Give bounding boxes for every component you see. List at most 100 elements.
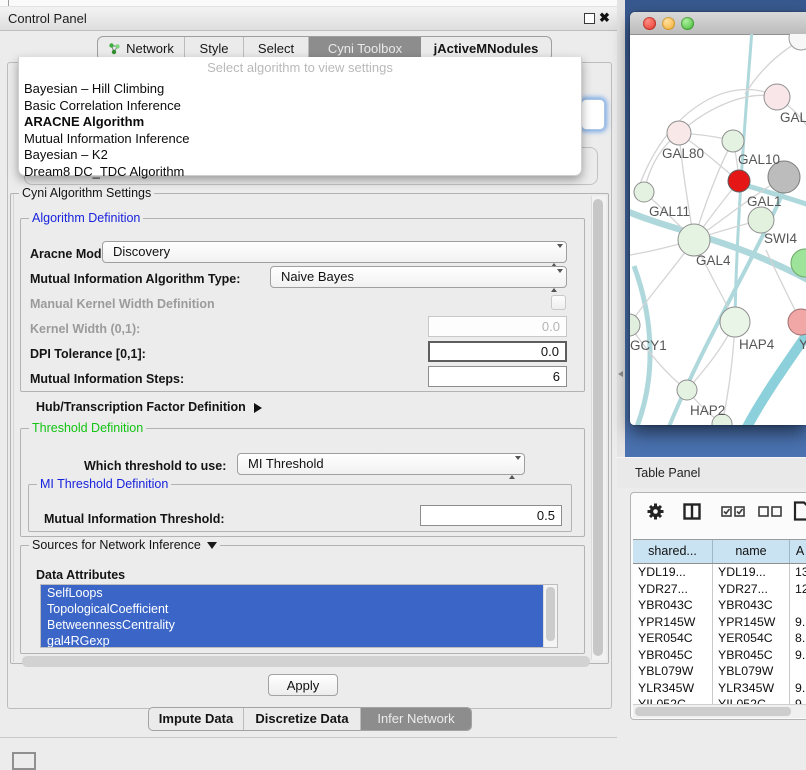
show-checked-columns-icon[interactable] [721,506,745,517]
node-label: Y [799,337,806,352]
tab-discretize-data[interactable]: Discretize Data [244,708,361,730]
table-cell: YBL079W [713,663,790,680]
table-cell: YBR045C [633,647,713,664]
network-node-gal4[interactable] [678,224,710,256]
float-window-icon[interactable] [584,13,595,24]
node-table: shared... name A YDL19...YDL19...13YDR27… [633,539,806,705]
dpi-tolerance-field[interactable]: 0.0 [428,341,567,362]
stepper-icon [509,458,517,478]
aracne-mode-label: Aracne Mode: [30,247,113,261]
attribute-item-selected[interactable]: gal4RGexp [41,633,544,648]
minimized-palette-icon[interactable] [12,752,36,770]
window-bottom-edge [0,737,617,738]
column-header[interactable]: name [713,540,790,563]
node-label: HAP2 [690,403,725,418]
selected-value: Naive Bayes [281,269,354,284]
focused-combo-fragment[interactable] [581,99,605,130]
network-node-y-pink[interactable] [788,309,806,335]
hub-definition-toggle[interactable]: Hub/Transcription Factor Definition [36,400,262,414]
table-cell: YBR043C [713,597,790,614]
algorithm-option[interactable]: ARACNE Algorithm [19,114,581,131]
table-cell: 9. [790,614,806,631]
list-scrollbar[interactable] [543,585,557,647]
network-window-titlebar[interactable] [630,12,806,35]
table-cell: YPR145W [713,614,790,631]
column-header[interactable]: A [790,540,806,563]
split-columns-icon[interactable] [683,503,701,520]
network-node-gcy1[interactable] [630,314,640,336]
table-row[interactable]: YBR045CYBR045C9. [633,647,806,664]
minimize-traffic-light[interactable] [662,17,675,30]
network-node-hap4[interactable] [720,307,750,337]
network-canvas[interactable]: GALGAL80GAL10GAL1GAL11SWI4GAL4GCY1HAP4YH… [630,34,806,425]
stepper-icon [551,271,559,291]
table-row[interactable]: YBR043CYBR043C [633,597,806,614]
sources-title: Sources for Network Inference [32,538,201,552]
table-cell: YDR27... [633,581,713,598]
gear-icon[interactable] [647,503,664,520]
mi-threshold-field[interactable]: 0.5 [420,505,562,526]
network-node-top-partial[interactable] [789,34,806,50]
tab-impute-data[interactable]: Impute Data [149,708,244,730]
algorithm-dropdown-popup: Select algorithm to view settings Bayesi… [18,57,582,176]
data-attributes-list[interactable]: SelfLoopsTopologicalCoefficientBetweenne… [40,584,558,648]
mi-steps-field[interactable]: 6 [428,366,567,387]
kernel-width-label: Kernel Width (0,1): [30,322,140,336]
mi-algorithm-type-select[interactable]: Naive Bayes [270,266,567,288]
table-cell: 9. [790,647,806,664]
table-body: YDL19...YDL19...13YDR27...YDR27...12YBR0… [633,564,806,705]
algorithm-option[interactable]: Mutual Information Inference [19,131,581,148]
network-node-gal11[interactable] [634,182,654,202]
export-table-icon[interactable] [793,501,806,521]
table-row[interactable]: YDR27...YDR27...12 [633,581,806,598]
splitter-handle-icon[interactable] [618,371,623,377]
network-view-window[interactable]: GALGAL80GAL10GAL1GAL11SWI4GAL4GCY1HAP4YH… [630,12,806,425]
table-row[interactable]: YLR345WYLR345W9. [633,680,806,697]
table-row[interactable]: YPR145WYPR145W9. [633,614,806,631]
network-node-gal10[interactable] [722,130,744,152]
network-node-gal1[interactable] [748,207,774,233]
algorithm-option[interactable]: Basic Correlation Inference [19,98,581,115]
node-label: SWI4 [764,231,797,246]
column-header[interactable]: shared... [633,540,713,563]
tab-infer-network[interactable]: Infer Network [361,708,471,730]
apply-button[interactable]: Apply [268,674,338,696]
manual-kernel-checkbox[interactable] [551,295,566,310]
node-label: GAL10 [738,152,780,167]
attribute-item-selected[interactable]: TopologicalCoefficient [41,601,544,617]
table-cell: YLR345W [633,680,713,697]
network-node-red-node[interactable] [728,170,750,192]
group-title: Algorithm Definition [29,211,143,225]
panel-gutter [617,0,625,457]
table-cell: 12 [790,581,806,598]
expand-right-icon [254,403,262,413]
network-node-hap2[interactable] [677,380,697,400]
scrollbar-thumb[interactable] [635,707,791,716]
close-icon[interactable]: ✖ [599,10,610,26]
node-label: GCY1 [630,338,667,353]
window-top-strip [0,0,617,7]
attribute-item-selected[interactable]: BetweennessCentrality [41,617,544,633]
algorithm-option[interactable]: Bayesian – Hill Climbing [19,81,581,98]
table-horizontal-scrollbar[interactable] [633,704,806,718]
sources-toggle[interactable]: Sources for Network Inference [29,538,220,552]
threshold-select[interactable]: MI Threshold [237,453,525,475]
algorithm-option[interactable]: Dream8 DC_TDC Algorithm [19,164,581,181]
scrollbar-thumb[interactable] [546,587,555,641]
scrollbar-thumb[interactable] [593,199,603,656]
hide-columns-icon[interactable] [758,506,782,517]
table-row[interactable]: YDL19...YDL19...13 [633,564,806,581]
settings-horizontal-scrollbar[interactable] [22,656,590,667]
algorithm-option[interactable]: Bayesian – K2 [19,147,581,164]
table-row[interactable]: YER054CYER054C8. [633,630,806,647]
network-edge [630,325,687,390]
aracne-mode-select[interactable]: Discovery [102,241,567,263]
zoom-traffic-light[interactable] [681,17,694,30]
table-cell: 8. [790,630,806,647]
network-node-gal7[interactable] [764,84,790,110]
close-traffic-light[interactable] [643,17,656,30]
table-row[interactable]: YBL079WYBL079W [633,663,806,680]
table-cell: YLR345W [713,680,790,697]
network-node-gal80[interactable] [667,121,691,145]
attribute-item-selected[interactable]: SelfLoops [41,585,544,601]
